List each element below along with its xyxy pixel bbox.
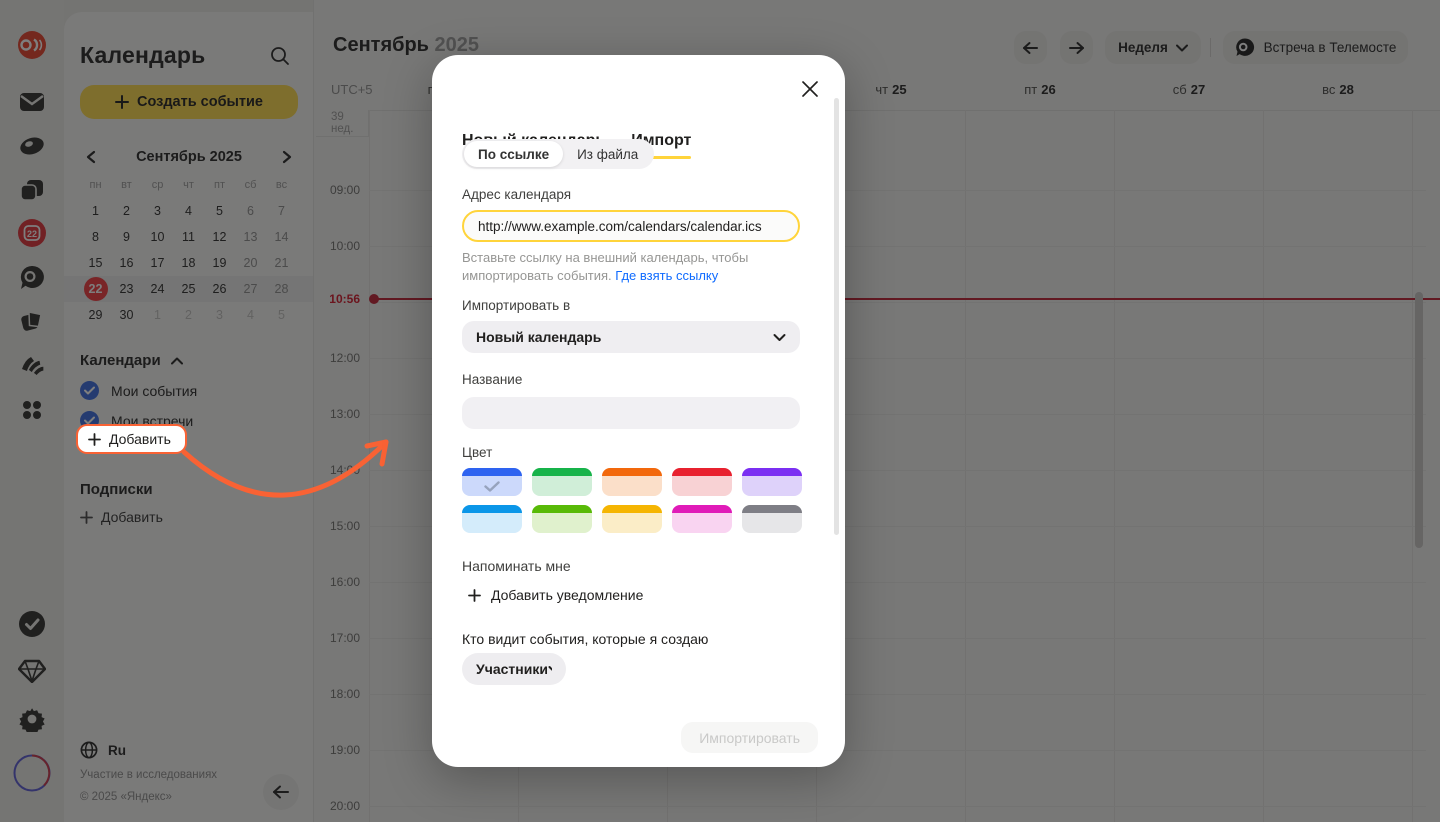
name-label: Название [462,372,522,387]
color-swatch-2[interactable] [602,468,662,496]
color-swatch-3[interactable] [672,468,732,496]
color-swatch-9[interactable] [742,505,802,533]
close-icon[interactable] [801,80,819,98]
address-label: Адрес календаря [462,187,571,202]
color-swatch-6[interactable] [532,505,592,533]
visibility-dropdown[interactable]: Участники [462,653,566,685]
segment-from-file[interactable]: Из файла [563,141,652,167]
visibility-label: Кто видит события, которые я создаю [462,631,708,647]
calendar-name-input[interactable] [462,397,800,429]
address-hint: Вставьте ссылку на внешний календарь, чт… [462,249,792,285]
chevron-down-icon [548,665,552,674]
remind-label: Напоминать мне [462,558,571,574]
add-notification-button[interactable]: Добавить уведомление [468,587,643,603]
plus-icon [468,589,481,602]
modal-scrollbar[interactable] [834,98,839,535]
import-submit-button[interactable]: Импортировать [681,722,818,753]
where-to-get-link[interactable]: Где взять ссылку [615,268,718,283]
color-swatch-8[interactable] [672,505,732,533]
import-to-dropdown[interactable]: Новый календарь [462,321,800,353]
check-icon [484,481,500,492]
source-segmented-control: По ссылке Из файла [462,139,654,169]
color-swatch-1[interactable] [532,468,592,496]
segment-by-link[interactable]: По ссылке [464,141,563,167]
plus-icon [88,433,101,446]
color-swatch-7[interactable] [602,505,662,533]
color-swatch-0[interactable] [462,468,522,496]
color-swatch-grid [462,468,804,533]
import-to-label: Импортировать в [462,298,570,313]
import-calendar-modal: Новый календарь Импорт По ссылке Из файл… [432,55,845,767]
color-label: Цвет [462,445,492,460]
color-swatch-4[interactable] [742,468,802,496]
guide-arrow [170,418,410,548]
color-swatch-5[interactable] [462,505,522,533]
chevron-down-icon [773,333,786,342]
calendar-url-input[interactable] [462,210,800,242]
